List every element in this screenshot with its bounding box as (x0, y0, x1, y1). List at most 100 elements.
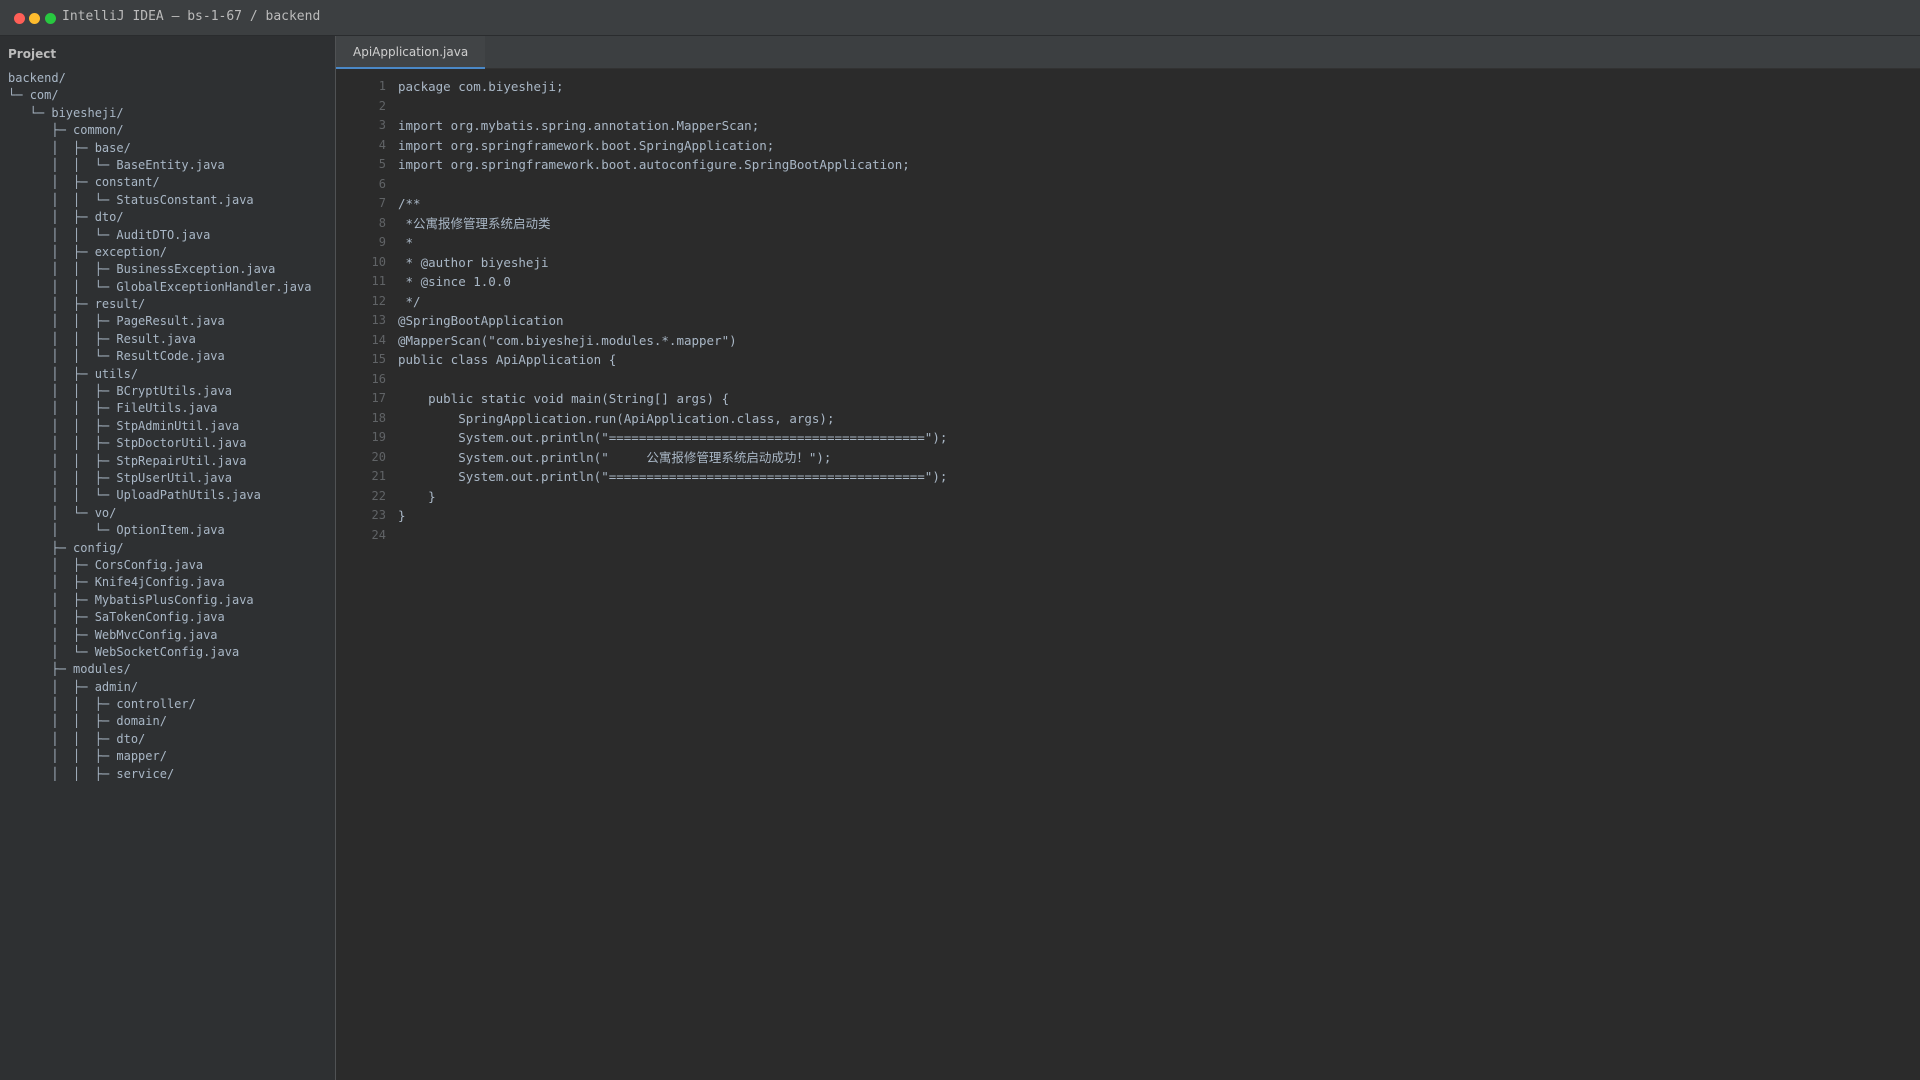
code-text: import org.springframework.boot.SpringAp… (398, 137, 775, 153)
editor-tab-active[interactable]: ApiApplication.java (336, 36, 486, 69)
tree-item[interactable]: ├─ modules/ (8, 661, 311, 678)
tree-item[interactable]: │ │ └─ BaseEntity.java (8, 157, 311, 174)
tree-item-label: StpRepairUtil.java (116, 453, 247, 468)
tree-item[interactable]: │ │ ├─ mapper/ (8, 748, 311, 765)
tree-branch-guide: │ │ └─ (8, 279, 117, 294)
tree-item-label: dto/ (94, 210, 124, 225)
code-text: /** (398, 196, 421, 211)
tree-item[interactable]: │ ├─ WebMvcConfig.java (8, 627, 311, 644)
line-number: 23 (371, 508, 386, 522)
line-number: 9 (378, 235, 386, 249)
tree-item-label: mapper/ (116, 749, 167, 764)
tree-item[interactable]: backend/ (8, 70, 311, 87)
line-number: 17 (371, 391, 386, 405)
tree-item[interactable]: ├─ config/ (8, 540, 311, 557)
tree-item-label: BCryptUtils.java (116, 384, 232, 399)
code-text: System.out.println(" 公寓报修管理系统启动成功！"); (398, 449, 832, 465)
tree-item[interactable]: │ ├─ Knife4jConfig.java (8, 574, 311, 591)
tree-item-label: base/ (94, 140, 131, 155)
code-text: System.out.println("====================… (398, 430, 948, 445)
close-window-icon[interactable] (14, 13, 25, 24)
tree-branch-guide: │ │ ├─ (8, 766, 117, 781)
tree-item[interactable]: │ ├─ SaTokenConfig.java (8, 609, 311, 626)
tree-item[interactable]: │ │ ├─ BusinessException.java (8, 261, 311, 278)
tree-item[interactable]: │ ├─ base/ (8, 140, 311, 157)
tree-item-label: StpAdminUtil.java (116, 418, 240, 433)
tree-item[interactable]: │ ├─ dto/ (8, 209, 311, 226)
tree-branch-guide: │ │ ├─ (8, 436, 117, 451)
tree-item[interactable]: │ ├─ exception/ (8, 244, 311, 261)
tree-item[interactable]: └─ biyesheji/ (8, 105, 311, 122)
tree-item[interactable]: │ │ ├─ FileUtils.java (8, 400, 311, 417)
maximize-window-icon[interactable] (45, 13, 56, 24)
code-text: import org.springframework.boot.autoconf… (398, 157, 910, 172)
tree-item[interactable]: └─ com/ (8, 87, 311, 104)
line-number: 22 (371, 488, 386, 503)
tree-item[interactable]: │ │ ├─ controller/ (8, 696, 311, 713)
tree-item[interactable]: │ │ └─ UploadPathUtils.java (8, 487, 311, 504)
tree-item-label: backend/ (8, 71, 66, 85)
tree-item-label: vo/ (94, 505, 117, 520)
tree-item[interactable]: │ │ ├─ Result.java (8, 331, 311, 348)
tree-item-label: StpUserUtil.java (116, 470, 232, 485)
line-number: 2 (378, 98, 386, 113)
tree-item-label: config/ (73, 540, 124, 555)
tree-item-label: BaseEntity.java (116, 157, 225, 172)
tree-item[interactable]: │ │ └─ ResultCode.java (8, 348, 311, 365)
line-number: 6 (378, 176, 386, 191)
tree-branch-guide: │ │ ├─ (8, 331, 117, 346)
tree-item[interactable]: │ ├─ utils/ (8, 366, 311, 383)
tree-item[interactable]: │ │ ├─ domain/ (8, 713, 311, 730)
tree-item-label: PageResult.java (116, 314, 225, 329)
tree-item[interactable]: │ │ ├─ StpDoctorUtil.java (8, 435, 311, 452)
window-title: IntelliJ IDEA — bs-1-67 / backend (62, 9, 321, 24)
line-number: 4 (378, 137, 386, 152)
project-panel: Project backend/ └─ com/ └─ biyesheji/ ├─… (0, 36, 336, 1080)
code-text: } (398, 508, 406, 523)
code-text: * @since 1.0.0 (398, 274, 511, 289)
tree-item[interactable]: │ │ ├─ PageResult.java (8, 313, 311, 330)
tree-branch-guide: │ │ ├─ (8, 453, 117, 468)
tree-item-label: modules/ (73, 662, 131, 677)
tree-branch-guide: │ │ ├─ (8, 401, 117, 416)
tree-branch-guide: ├─ (8, 662, 74, 677)
tree-branch-guide: │ ├─ (8, 610, 95, 625)
tree-item[interactable]: │ │ └─ GlobalExceptionHandler.java (8, 279, 311, 296)
tree-branch-guide: │ │ └─ (8, 192, 117, 207)
code-text: @SpringBootApplication (398, 313, 564, 328)
tree-branch-guide: │ │ ├─ (8, 714, 117, 729)
line-number: 21 (371, 469, 386, 483)
tree-item[interactable]: ├─ common/ (8, 122, 311, 139)
minimize-window-icon[interactable] (29, 13, 40, 24)
tree-item-label: WebMvcConfig.java (94, 627, 218, 642)
tree-branch-guide: │ │ └─ (8, 157, 117, 172)
tree-branch-guide: │ │ ├─ (8, 384, 117, 399)
tree-item[interactable]: │ ├─ constant/ (8, 174, 311, 191)
line-number: 12 (371, 293, 386, 308)
tree-item[interactable]: │ ├─ admin/ (8, 679, 311, 696)
code-text: SpringApplication.run(ApiApplication.cla… (398, 410, 835, 426)
tree-item[interactable]: │ └─ WebSocketConfig.java (8, 644, 311, 661)
tree-item[interactable]: │ │ ├─ dto/ (8, 731, 311, 748)
tree-item[interactable]: │ │ └─ StatusConstant.java (8, 192, 311, 209)
tree-item[interactable]: │ │ ├─ service/ (8, 766, 311, 783)
tree-item[interactable]: │ │ └─ AuditDTO.java (8, 227, 311, 244)
tree-branch-guide: │ ├─ (8, 557, 95, 572)
tree-item[interactable]: │ └─ OptionItem.java (8, 522, 311, 539)
line-number: 1 (378, 79, 386, 93)
code-text: package com.biyesheji; (398, 79, 564, 94)
tree-item-label: Result.java (116, 331, 196, 346)
tree-item[interactable]: │ │ ├─ StpAdminUtil.java (8, 418, 311, 435)
tree-item[interactable]: │ ├─ CorsConfig.java (8, 557, 311, 574)
tree-item[interactable]: │ ├─ MybatisPlusConfig.java (8, 592, 311, 609)
code-text: import org.mybatis.spring.annotation.Map… (398, 118, 760, 133)
editor-tab-bar: ApiApplication.java (336, 36, 1920, 69)
tree-item[interactable]: │ │ ├─ BCryptUtils.java (8, 383, 311, 400)
tree-item[interactable]: │ └─ vo/ (8, 505, 311, 522)
tree-item[interactable]: │ ├─ result/ (8, 296, 311, 313)
line-number: 19 (371, 430, 386, 444)
tree-item[interactable]: │ │ ├─ StpUserUtil.java (8, 470, 311, 487)
tree-item[interactable]: │ │ ├─ StpRepairUtil.java (8, 453, 311, 470)
line-number: 10 (371, 254, 386, 269)
tree-branch-guide: │ ├─ (8, 592, 95, 607)
